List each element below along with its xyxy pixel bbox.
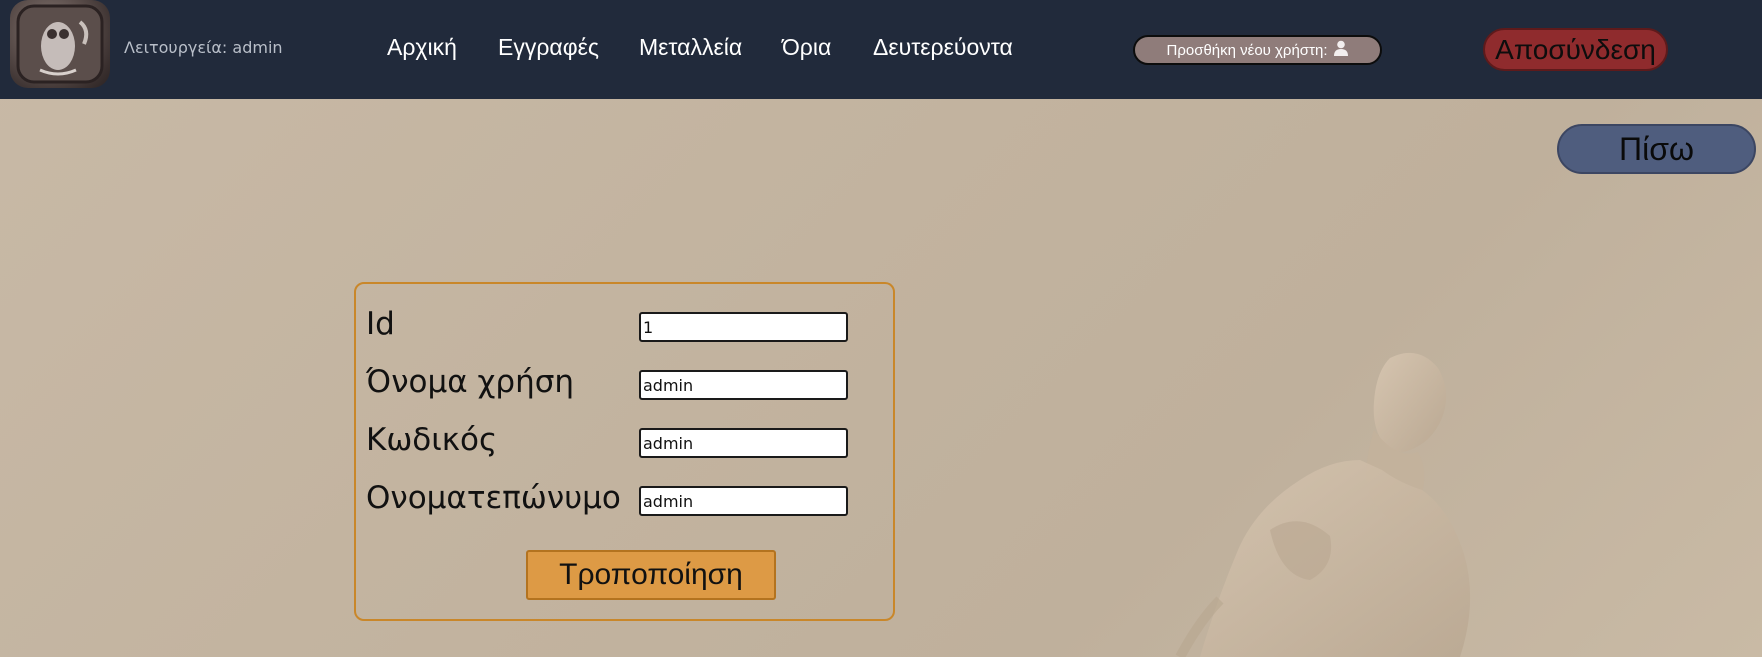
password-label: Κωδικός (366, 422, 498, 458)
owl-coin-logo-icon[interactable] (10, 0, 110, 88)
password-field[interactable] (639, 428, 848, 458)
edit-user-form: Id Όνομα χρήση Κωδικός Ονοματεπώνυμο Τρο… (354, 282, 895, 621)
id-label: Id (366, 306, 395, 342)
username-label: Όνομα χρήση (366, 364, 575, 400)
nav-secondary[interactable]: Δευτερεύοντα (873, 34, 1013, 61)
fullname-label: Ονοματεπώνυμο (366, 480, 621, 516)
mode-label: Λειτουργεία: admin (124, 38, 283, 57)
nav-home[interactable]: Αρχική (387, 34, 457, 61)
modify-button[interactable]: Τροποποίηση (526, 550, 776, 600)
id-field[interactable] (639, 312, 848, 342)
logout-button[interactable]: Αποσύνδεση (1483, 28, 1668, 71)
statue-background-image (1175, 352, 1471, 657)
add-user-label: Προσθήκη νέου χρήστη: (1166, 41, 1328, 59)
fullname-field[interactable] (639, 486, 848, 516)
nav-limits[interactable]: Όρια (782, 34, 831, 61)
user-icon (1333, 40, 1349, 60)
username-field[interactable] (639, 370, 848, 400)
nav-mines[interactable]: Μεταλλεία (639, 34, 742, 61)
top-navbar: Λειτουργεία: admin Αρχική Εγγραφές Μεταλ… (0, 0, 1762, 99)
back-button[interactable]: Πίσω (1557, 124, 1756, 174)
add-new-user-button[interactable]: Προσθήκη νέου χρήστη: (1133, 35, 1382, 65)
nav-records[interactable]: Εγγραφές (498, 34, 599, 61)
